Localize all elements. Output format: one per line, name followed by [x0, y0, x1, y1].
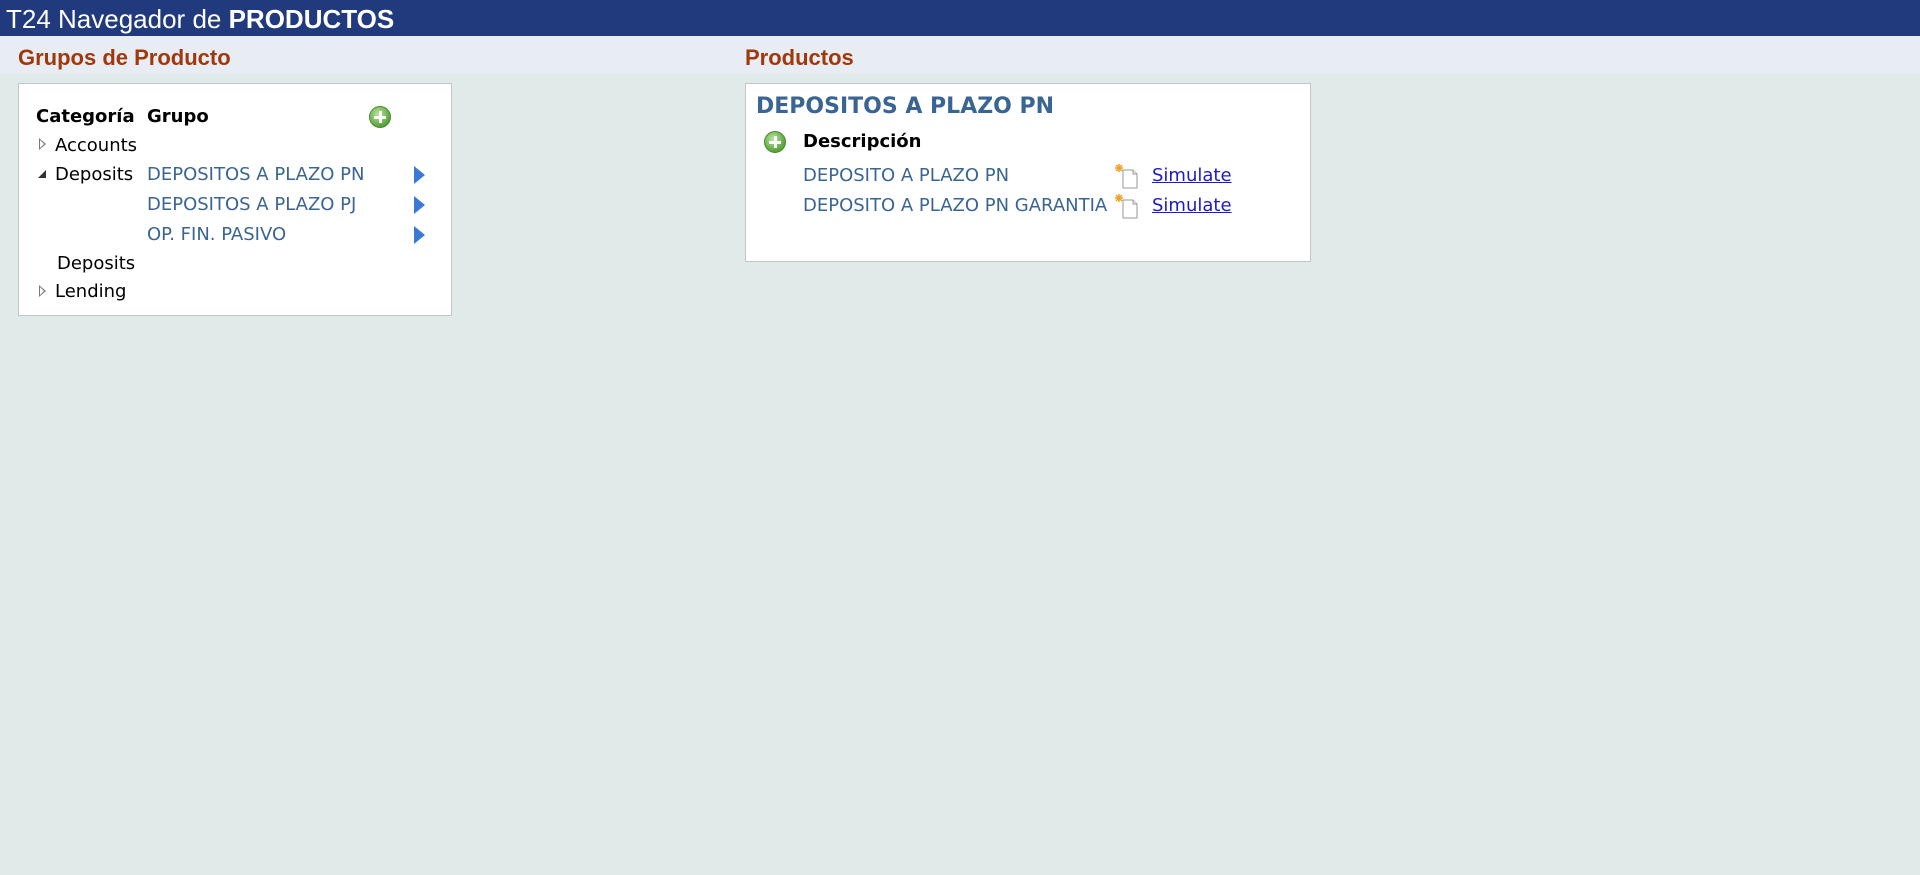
new-document-icon	[1115, 194, 1138, 219]
app-title-prefix: T24 Navegador de	[6, 4, 229, 34]
category-lending[interactable]: Lending	[55, 281, 126, 302]
simulate-link[interactable]: Simulate	[1152, 165, 1232, 186]
product-name[interactable]: DEPOSITO A PLAZO PN GARANTIA	[803, 195, 1107, 216]
new-document-icon	[1115, 164, 1138, 189]
app-titlebar: T24 Navegador de PRODUCTOS	[0, 0, 1920, 36]
products-section-title: Productos	[745, 45, 854, 70]
product-name[interactable]: DEPOSITO A PLAZO PN	[803, 165, 1009, 186]
collapse-icon[interactable]	[38, 170, 46, 178]
group-depositos-plazo-pj[interactable]: DEPOSITOS A PLAZO PJ	[147, 194, 356, 215]
add-product-icon[interactable]	[764, 131, 786, 153]
expand-icon[interactable]	[39, 285, 46, 297]
section-header-band	[0, 36, 1920, 74]
products-group-title: DEPOSITOS A PLAZO PN	[756, 94, 1055, 119]
add-group-icon[interactable]	[369, 106, 391, 128]
column-header-category: Categoría	[36, 106, 135, 127]
products-panel: DEPOSITOS A PLAZO PN Descripción DEPOSIT…	[745, 83, 1311, 262]
group-op-fin-pasivo[interactable]: OP. FIN. PASIVO	[147, 224, 286, 245]
category-accounts[interactable]: Accounts	[55, 135, 137, 156]
open-group-arrow-icon[interactable]	[414, 196, 425, 214]
groups-section-title: Grupos de Producto	[18, 45, 231, 70]
column-header-description: Descripción	[803, 131, 922, 152]
app-title-strong: PRODUCTOS	[228, 4, 395, 34]
simulate-link[interactable]: Simulate	[1152, 195, 1232, 216]
expand-icon[interactable]	[39, 138, 46, 150]
open-group-arrow-icon[interactable]	[414, 166, 425, 184]
group-depositos-plazo-pn[interactable]: DEPOSITOS A PLAZO PN	[147, 164, 365, 185]
category-deposits-secondary[interactable]: Deposits	[57, 253, 135, 274]
column-header-group: Grupo	[147, 106, 209, 127]
groups-panel: Categoría Grupo Accounts Deposits DEPOSI…	[18, 83, 452, 316]
category-deposits[interactable]: Deposits	[55, 164, 133, 185]
open-group-arrow-icon[interactable]	[414, 226, 425, 244]
